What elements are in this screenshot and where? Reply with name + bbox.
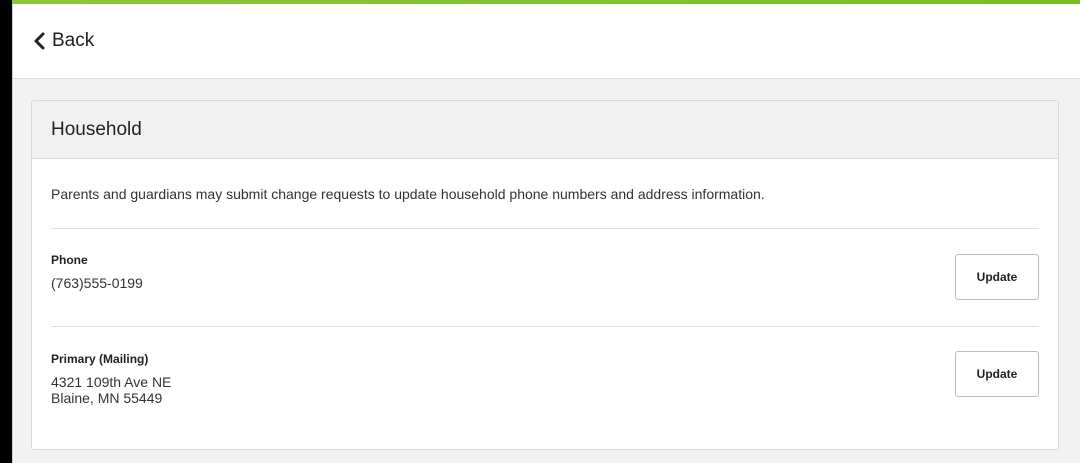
- chevron-left-icon: [32, 32, 46, 50]
- card-title: Household: [51, 118, 142, 140]
- app-container: Back Household Parents and guardians may…: [12, 4, 1080, 463]
- address-line2: Blaine, MN 55449: [51, 390, 163, 406]
- phone-value: (763)555-0199: [51, 275, 143, 291]
- address-value: 4321 109th Ave NE Blaine, MN 55449: [51, 374, 171, 406]
- update-phone-button[interactable]: Update: [955, 254, 1039, 300]
- household-card: Household Parents and guardians may subm…: [31, 100, 1059, 450]
- phone-label: Phone: [51, 253, 88, 267]
- card-body: Parents and guardians may submit change …: [32, 159, 1058, 435]
- phone-row: Phone (763)555-0199 Update: [51, 229, 1039, 327]
- back-link[interactable]: Back: [32, 30, 94, 52]
- intro-text: Parents and guardians may submit change …: [51, 159, 1039, 229]
- address-label: Primary (Mailing): [51, 352, 149, 366]
- address-row: Primary (Mailing) 4321 109th Ave NE Blai…: [51, 327, 1039, 435]
- address-line1: 4321 109th Ave NE: [51, 374, 172, 390]
- header-bar: Back: [13, 4, 1080, 79]
- back-label: Back: [52, 30, 95, 51]
- update-address-button[interactable]: Update: [955, 351, 1039, 397]
- card-header: Household: [32, 101, 1058, 159]
